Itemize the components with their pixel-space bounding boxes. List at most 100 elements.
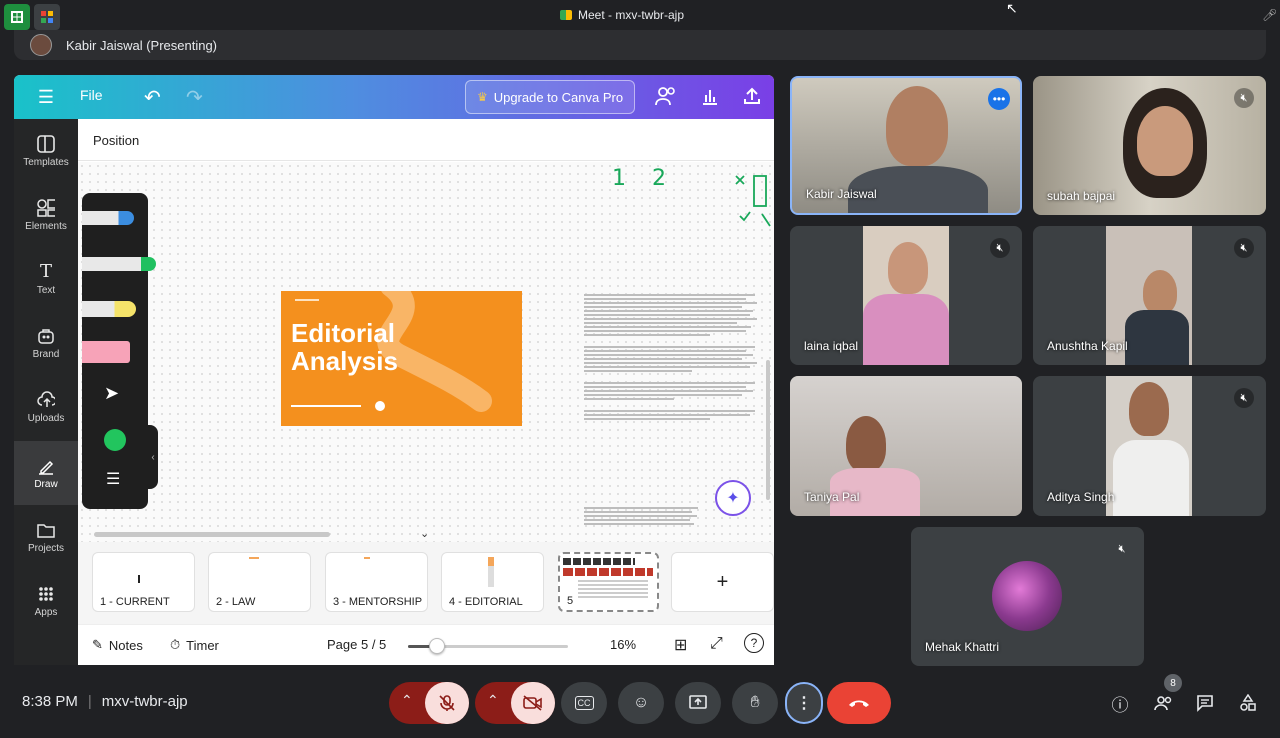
participant-tile-taniya[interactable]: Taniya Pal bbox=[790, 376, 1022, 516]
participant-name: Aditya Singh bbox=[1047, 490, 1115, 504]
hamburger-menu-icon[interactable]: ☰ bbox=[36, 87, 56, 107]
meeting-info: 8:38 PM | mxv-twbr-ajp bbox=[22, 693, 188, 710]
eraser-tool[interactable] bbox=[82, 341, 130, 363]
more-options-button[interactable]: ⋮ bbox=[785, 682, 823, 724]
mic-off-icon: 🔇︎ bbox=[1234, 388, 1254, 408]
notes-button[interactable]: ✎ Notes bbox=[92, 637, 143, 653]
shared-screen-canva: ☰ File ↶ ↷ ♛ Upgrade to Canva Pro Templa… bbox=[14, 75, 774, 665]
editorial-slide-image[interactable]: Editorial Analysis bbox=[281, 291, 522, 426]
more-vertical-icon: ⋮ bbox=[796, 695, 812, 712]
meet-logo-icon bbox=[560, 10, 572, 20]
activities-shapes-icon[interactable] bbox=[1235, 690, 1261, 716]
sidebar-item-uploads[interactable]: Uploads bbox=[14, 377, 78, 437]
file-menu-button[interactable]: File bbox=[80, 87, 103, 103]
participant-tile-kabir[interactable]: ••• Kabir Jaiswal bbox=[790, 76, 1022, 215]
sidebar-item-draw[interactable]: Draw bbox=[14, 441, 78, 505]
mic-off-icon: 🔇︎ bbox=[1234, 88, 1254, 108]
sidebar-label: Uploads bbox=[27, 412, 65, 424]
document-page-lower bbox=[584, 505, 704, 540]
microphone-indicator-icon: 🎤︎ bbox=[1262, 8, 1278, 22]
participant-name: Taniya Pal bbox=[804, 490, 860, 504]
participant-tile-laina[interactable]: 🔇︎ laina iqbal bbox=[790, 226, 1022, 365]
participant-tile-anushtha[interactable]: 🔇︎ Anushtha Kapil bbox=[1033, 226, 1266, 365]
camera-off-button[interactable] bbox=[511, 682, 555, 724]
mic-options-chevron-icon[interactable]: ⌃ bbox=[401, 692, 413, 709]
add-page-button[interactable]: + bbox=[671, 552, 774, 612]
presenter-bar: Kabir Jaiswal (Presenting) bbox=[14, 30, 1266, 60]
microphone-control-group: ⌃ bbox=[389, 682, 469, 724]
participant-tile-aditya[interactable]: 🔇︎ Aditya Singh bbox=[1033, 376, 1266, 516]
leave-call-button[interactable] bbox=[827, 682, 891, 724]
canva-sidebar: Templates Elements T Text Brand Uploads … bbox=[14, 119, 78, 665]
camera-options-chevron-icon[interactable]: ⌃ bbox=[487, 692, 499, 709]
present-screen-button[interactable] bbox=[675, 682, 721, 724]
tab-title[interactable]: Meet - mxv-twbr-ajp bbox=[560, 8, 684, 22]
sidebar-item-templates[interactable]: Templates bbox=[14, 121, 78, 181]
highlighter-tool-yellow[interactable] bbox=[82, 301, 136, 317]
participant-body bbox=[1125, 310, 1189, 365]
participant-body bbox=[863, 294, 949, 365]
color-picker-green[interactable] bbox=[104, 429, 126, 451]
vertical-scrollbar[interactable] bbox=[766, 360, 770, 500]
sidebar-item-elements[interactable]: Elements bbox=[14, 185, 78, 245]
timer-button[interactable]: ⏱ Timer bbox=[170, 637, 219, 653]
participant-tile-subah[interactable]: 🔇︎ subah bajpai bbox=[1033, 76, 1266, 215]
collapse-panel-chevron-icon[interactable]: ‹ bbox=[148, 425, 158, 489]
mic-off-button[interactable] bbox=[425, 682, 469, 724]
sidebar-item-projects[interactable]: Projects bbox=[14, 507, 78, 567]
participant-tile-mehak[interactable]: 🔇︎ Mehak Khattri bbox=[911, 527, 1144, 666]
brand-icon bbox=[37, 327, 55, 345]
horizontal-scrollbar[interactable] bbox=[94, 532, 330, 537]
participant-avatar bbox=[992, 561, 1062, 631]
redo-icon[interactable]: ↷ bbox=[186, 85, 203, 110]
upgrade-canva-pro-button[interactable]: ♛ Upgrade to Canva Pro bbox=[465, 80, 635, 114]
page-thumb-4[interactable]: 4 - EDITORIAL bbox=[441, 552, 544, 612]
position-toolbar[interactable]: Position bbox=[78, 119, 774, 161]
people-icon[interactable] bbox=[1150, 690, 1176, 716]
sidebar-item-apps[interactable]: Apps bbox=[14, 571, 78, 631]
share-people-icon[interactable] bbox=[654, 85, 678, 107]
more-options-icon[interactable]: ••• bbox=[988, 88, 1010, 110]
apps-grid-tab-icon[interactable] bbox=[34, 4, 60, 30]
participant-face bbox=[888, 242, 928, 294]
page-thumb-1-cursor bbox=[138, 575, 140, 583]
meeting-details-info-icon[interactable]: ⓘ bbox=[1107, 690, 1133, 716]
upload-share-icon[interactable] bbox=[742, 86, 762, 106]
reactions-button[interactable]: ☺ bbox=[618, 682, 664, 724]
slide-logo-dot bbox=[375, 401, 385, 411]
participant-body bbox=[1113, 440, 1189, 516]
insights-chart-icon[interactable] bbox=[700, 86, 720, 106]
elements-icon bbox=[37, 198, 55, 217]
zoom-level[interactable]: 16% bbox=[610, 637, 636, 652]
chat-icon[interactable] bbox=[1192, 690, 1218, 716]
notes-label: Notes bbox=[108, 637, 143, 653]
fullscreen-icon[interactable]: ⤢ bbox=[710, 635, 723, 653]
stroke-weight-icon[interactable]: ☰ bbox=[106, 469, 120, 489]
zoom-slider[interactable] bbox=[408, 638, 568, 654]
page-thumb-5[interactable]: 5 bbox=[558, 552, 659, 612]
sheets-tab-icon[interactable] bbox=[4, 4, 30, 30]
expand-pages-chevron-icon[interactable]: ⌄ bbox=[420, 527, 429, 540]
sidebar-label: Brand bbox=[32, 348, 60, 360]
participant-name: subah bajpai bbox=[1047, 189, 1116, 203]
page-thumb-2[interactable]: 2 - LAW bbox=[208, 552, 311, 612]
position-button[interactable]: Position bbox=[93, 133, 139, 148]
sidebar-item-text[interactable]: T Text bbox=[14, 249, 78, 309]
marker-tool-green[interactable] bbox=[82, 257, 156, 271]
projects-icon bbox=[37, 521, 55, 539]
select-arrow-icon[interactable]: ➤ bbox=[104, 383, 119, 404]
magic-assistant-sparkle-icon[interactable]: ✦ bbox=[715, 480, 751, 516]
page-thumb-3[interactable]: 3 - MENTORSHIP bbox=[325, 552, 428, 612]
grid-view-icon[interactable]: ⊞ bbox=[674, 635, 687, 655]
draw-icon bbox=[37, 457, 55, 475]
current-time: 8:38 PM bbox=[22, 693, 78, 710]
raise-hand-button[interactable]: ✋︎ bbox=[732, 682, 778, 724]
help-icon[interactable]: ? bbox=[744, 633, 764, 653]
undo-icon[interactable]: ↶ bbox=[144, 85, 161, 110]
captions-button[interactable]: CC bbox=[561, 682, 607, 724]
zoom-slider-knob[interactable] bbox=[428, 638, 445, 654]
participant-face bbox=[1143, 270, 1177, 314]
page-thumb-1[interactable]: 1 - CURRENT bbox=[92, 552, 195, 612]
sidebar-item-brand[interactable]: Brand bbox=[14, 313, 78, 373]
pen-tool-blue[interactable] bbox=[82, 211, 134, 225]
